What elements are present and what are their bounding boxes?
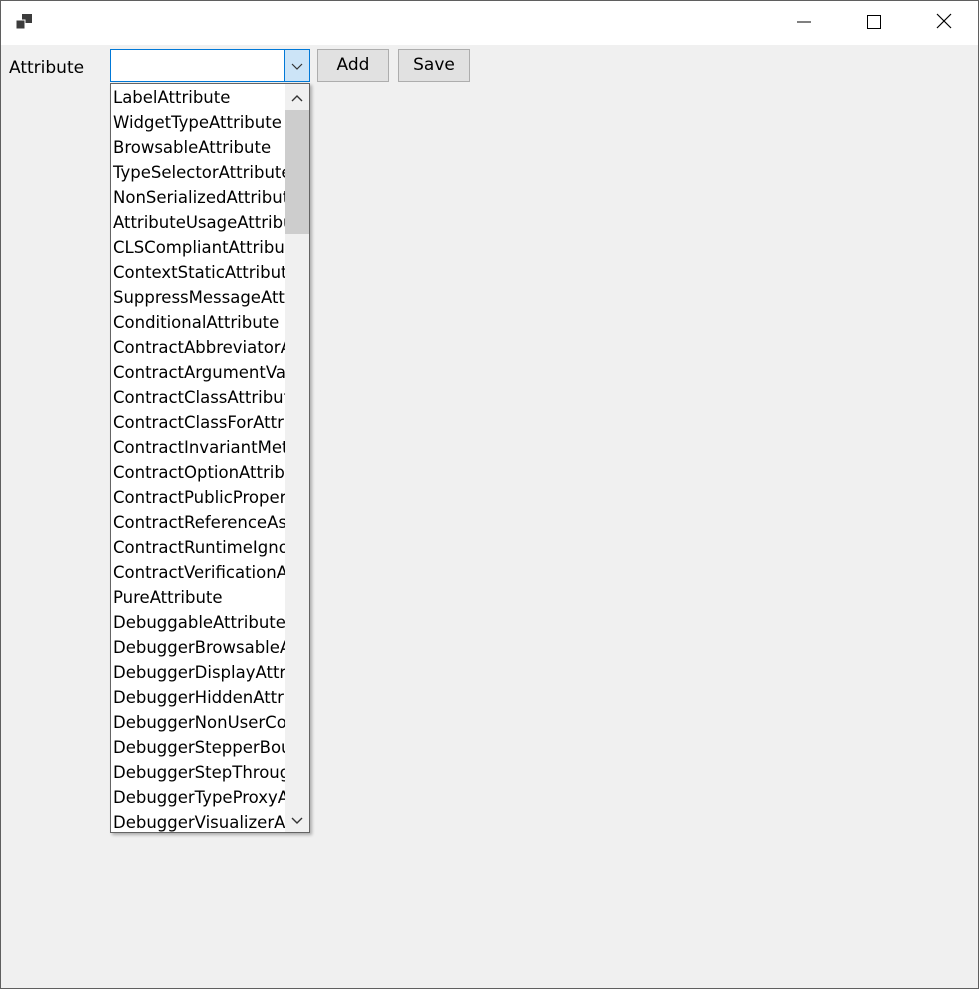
dropdown-item[interactable]: DebuggableAttribute <box>111 610 285 635</box>
dropdown-item[interactable]: PureAttribute <box>111 585 285 610</box>
minimize-button[interactable] <box>769 1 839 45</box>
dropdown-item[interactable]: ContractVerificationAt <box>111 560 285 585</box>
dropdown-item[interactable]: LabelAttribute <box>111 85 285 110</box>
save-button[interactable]: Save <box>398 49 470 82</box>
dropdown-item[interactable]: NonSerializedAttribut <box>111 185 285 210</box>
dropdown-item[interactable]: ContractPublicPropert <box>111 485 285 510</box>
dropdown-item[interactable]: DebuggerTypeProxyA <box>111 785 285 810</box>
dropdown-item[interactable]: DebuggerNonUserCo <box>111 710 285 735</box>
dropdown-item[interactable]: DebuggerBrowsableA <box>111 635 285 660</box>
dropdown-item[interactable]: TypeSelectorAttribute <box>111 160 285 185</box>
dropdown-scrollbar[interactable] <box>285 84 309 832</box>
dropdown-item[interactable]: SuppressMessageAttr <box>111 285 285 310</box>
close-icon <box>936 13 952 33</box>
dropdown-item[interactable]: DebuggerDisplayAttri <box>111 660 285 685</box>
dropdown-item[interactable]: ContextStaticAttribute <box>111 260 285 285</box>
dropdown-items: LabelAttribute WidgetTypeAttribute Browsab… <box>111 85 285 832</box>
dropdown-item[interactable]: BrowsableAttribute <box>111 135 285 160</box>
scroll-thumb[interactable] <box>285 110 309 234</box>
dropdown-item[interactable]: ContractClassAttribute <box>111 385 285 410</box>
attribute-dropdown-list[interactable]: LabelAttribute WidgetTypeAttribute Browsab… <box>110 83 310 833</box>
combobox-dropdown-button[interactable] <box>284 50 309 81</box>
dropdown-item[interactable]: CLSCompliantAttribut <box>111 235 285 260</box>
dropdown-item[interactable]: DebuggerHiddenAttri <box>111 685 285 710</box>
dropdown-item[interactable]: DebuggerStepperBou <box>111 735 285 760</box>
chevron-down-icon <box>291 810 303 829</box>
dropdown-item[interactable]: ContractOptionAttribu <box>111 460 285 485</box>
maximize-button[interactable] <box>839 1 909 45</box>
dropdown-item[interactable]: ContractInvariantMeth <box>111 435 285 460</box>
dropdown-item[interactable]: DebuggerVisualizerAt <box>111 810 285 832</box>
dropdown-item[interactable]: ContractArgumentVal <box>111 360 285 385</box>
close-button[interactable] <box>909 1 978 45</box>
maximize-icon <box>867 14 881 33</box>
dropdown-item[interactable]: AttributeUsageAttribu <box>111 210 285 235</box>
chevron-up-icon <box>291 87 303 106</box>
dropdown-item[interactable]: ContractAbbreviatorA <box>111 335 285 360</box>
app-window: Attribute Add Save LabelAttribute WidgetT… <box>0 0 979 989</box>
chevron-down-icon <box>291 56 303 75</box>
minimize-icon <box>797 14 811 33</box>
title-bar[interactable] <box>1 1 978 45</box>
dropdown-item[interactable]: DebuggerStepThroug <box>111 760 285 785</box>
dropdown-item[interactable]: ContractRuntimeIgno <box>111 535 285 560</box>
add-button[interactable]: Add <box>317 49 389 82</box>
scroll-up-button[interactable] <box>285 84 309 109</box>
dropdown-item[interactable]: ContractClassForAttril <box>111 410 285 435</box>
dropdown-item[interactable]: ConditionalAttribute <box>111 310 285 335</box>
attribute-combobox[interactable] <box>110 49 310 82</box>
dropdown-item[interactable]: ContractReferenceAss <box>111 510 285 535</box>
scroll-down-button[interactable] <box>285 807 309 832</box>
app-icon[interactable] <box>14 13 34 31</box>
attribute-label: Attribute <box>9 58 85 78</box>
dropdown-item[interactable]: WidgetTypeAttribute <box>111 110 285 135</box>
